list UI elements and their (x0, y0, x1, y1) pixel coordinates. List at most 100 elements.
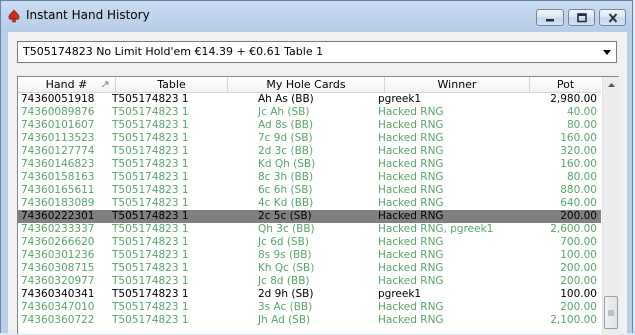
hand-list[interactable]: Hand # Table My Hole Cards Winner Pot 74… (17, 76, 619, 335)
hand-number-cell: 74360266620 (21, 236, 95, 248)
table-row[interactable]: 74360320977 T505174823 1 Jc 8d (BB) Hacked … (18, 275, 601, 288)
minimize-icon (546, 18, 554, 21)
minimize-button[interactable] (536, 9, 564, 26)
table-name-cell: T505174823 1 (112, 301, 189, 313)
table-row[interactable]: 74360360722 T505174823 1 Jh Ad (SB) Hacked … (18, 314, 601, 327)
table-name-cell: T505174823 1 (112, 132, 189, 144)
hole-cards-cell: Jc 6d (SB) (258, 236, 309, 248)
table-row[interactable]: 74360146823 T505174823 1 Kd Qh (SB) Hacked … (18, 158, 601, 171)
grip-icon (608, 310, 614, 315)
table-row[interactable]: 74360165611 T505174823 1 6c 6h (SB) Hacked … (18, 184, 601, 197)
table-row[interactable]: 74360222301 T505174823 1 2c 5c (SB) Hacked … (18, 210, 601, 223)
hand-number-cell: 74360347010 (21, 301, 95, 313)
table-row[interactable]: 74360301236 T505174823 1 8s 9s (BB) Hacked … (18, 249, 601, 262)
pot-cell: 200.00 (560, 301, 597, 313)
hole-cards-cell: Ah As (BB) (258, 93, 314, 105)
table-row[interactable]: 74360233337 T505174823 1 Qh 3c (BB) Hacked … (18, 223, 601, 236)
hand-number-cell: 74360101607 (21, 119, 95, 131)
hole-cards-cell: 8s 9s (BB) (258, 249, 312, 261)
hole-cards-cell: 2c 5c (SB) (258, 210, 312, 222)
pot-cell: 100.00 (560, 249, 597, 261)
pot-cell: 2,600.00 (550, 223, 597, 235)
hole-cards-cell: Ad 8s (BB) (258, 119, 314, 131)
column-header-cards[interactable]: My Hole Cards (228, 77, 385, 92)
table-name-cell: T505174823 1 (112, 314, 189, 326)
table-row[interactable]: 74360158163 T505174823 1 8c 3h (BB) Hacked … (18, 171, 601, 184)
hand-number-cell: 74360222301 (21, 210, 95, 222)
winner-cell: Hacked RNG (378, 197, 444, 209)
table-row[interactable]: 74360266620 T505174823 1 Jc 6d (SB) Hacked … (18, 236, 601, 249)
table-row[interactable]: 74360347010 T505174823 1 3s Ac (BB) Hacked … (18, 301, 601, 314)
hole-cards-cell: 7c 9d (SB) (258, 132, 313, 144)
hand-number-cell: 74360089876 (21, 106, 95, 118)
pot-cell: 2,100.00 (550, 314, 597, 326)
winner-cell: Hacked RNG (378, 132, 444, 144)
column-header-table[interactable]: Table (116, 77, 228, 92)
scroll-up-icon (607, 83, 615, 87)
winner-cell: Hacked RNG (378, 262, 444, 274)
title-bar[interactable]: Instant Hand History (1, 1, 632, 31)
hand-number-cell: 74360301236 (21, 249, 95, 261)
vertical-scrollbar[interactable] (602, 77, 619, 335)
table-name-cell: T505174823 1 (112, 210, 189, 222)
hole-cards-cell: Kd Qh (SB) (258, 158, 316, 170)
winner-cell: Hacked RNG (378, 236, 444, 248)
close-button[interactable] (599, 9, 626, 26)
maximize-button[interactable] (568, 9, 595, 26)
scroll-thumb[interactable] (604, 296, 618, 329)
winner-cell: Hacked RNG (378, 249, 444, 261)
table-name-cell: T505174823 1 (112, 184, 189, 196)
table-row[interactable]: 74360051918 T505174823 1 Ah As (BB) pgreek1… (18, 93, 601, 106)
column-header-cards-label: My Hole Cards (266, 78, 346, 91)
column-header-pot[interactable]: Pot (530, 77, 601, 92)
hole-cards-cell: 6c 6h (SB) (258, 184, 313, 196)
table-select[interactable]: T505174823 No Limit Hold'em €14.39 + €0.… (17, 41, 617, 63)
pot-cell: 200.00 (560, 210, 597, 222)
hand-number-cell: 74360183089 (21, 197, 95, 209)
table-row[interactable]: 74360308715 T505174823 1 Kh Qc (SB) Hacked … (18, 262, 601, 275)
list-rows: 74360051918 T505174823 1 Ah As (BB) pgreek1… (18, 93, 601, 327)
hand-number-cell: 74360233337 (21, 223, 95, 235)
dropdown-arrow-icon[interactable] (598, 42, 616, 62)
table-name-cell: T505174823 1 (112, 223, 189, 235)
hand-history-window: Instant Hand History T505174823 No Limit… (0, 0, 633, 335)
hand-number-cell: 74360308715 (21, 262, 95, 274)
winner-cell: Hacked RNG, pgreek1 (378, 223, 494, 235)
table-row[interactable]: 74360089876 T505174823 1 Jc Ah (SB) Hacked … (18, 106, 601, 119)
table-name-cell: T505174823 1 (112, 119, 189, 131)
table-name-cell: T505174823 1 (112, 262, 189, 274)
table-name-cell: T505174823 1 (112, 93, 189, 105)
winner-cell: Hacked RNG (378, 301, 444, 313)
winner-cell: pgreek1 (378, 93, 422, 105)
hand-number-cell: 74360113523 (21, 132, 95, 144)
pot-cell: 2,980.00 (550, 93, 597, 105)
table-name-cell: T505174823 1 (112, 249, 189, 261)
hole-cards-cell: Jh Ad (SB) (258, 314, 311, 326)
hand-number-cell: 74360146823 (21, 158, 95, 170)
hole-cards-cell: Jc Ah (SB) (258, 106, 310, 118)
hand-number-cell: 74360158163 (21, 171, 95, 183)
column-header-table-label: Table (157, 78, 186, 91)
table-row[interactable]: 74360127774 T505174823 1 2d 3c (BB) Hacked … (18, 145, 601, 158)
hand-number-cell: 74360340341 (21, 288, 95, 300)
hole-cards-cell: Jc 8d (BB) (258, 275, 310, 287)
column-header-winner[interactable]: Winner (385, 77, 530, 92)
hand-number-cell: 74360320977 (21, 275, 95, 287)
table-row[interactable]: 74360340341 T505174823 1 2d 9h (SB) pgreek1… (18, 288, 601, 301)
sort-ascending-icon (101, 81, 109, 88)
table-name-cell: T505174823 1 (112, 106, 189, 118)
hole-cards-cell: Kh Qc (SB) (258, 262, 315, 274)
table-row[interactable]: 74360183089 T505174823 1 4c Kd (BB) Hacked … (18, 197, 601, 210)
winner-cell: pgreek1 (378, 288, 422, 300)
scroll-up-button[interactable] (603, 77, 619, 93)
pot-cell: 320.00 (560, 145, 597, 157)
maximize-icon (576, 12, 587, 22)
hole-cards-cell: 2d 3c (BB) (258, 145, 314, 157)
hole-cards-cell: 3s Ac (BB) (258, 301, 313, 313)
column-header-hand[interactable]: Hand # (18, 77, 116, 92)
winner-cell: Hacked RNG (378, 184, 444, 196)
table-row[interactable]: 74360101607 T505174823 1 Ad 8s (BB) Hacked … (18, 119, 601, 132)
table-name-cell: T505174823 1 (112, 275, 189, 287)
winner-cell: Hacked RNG (378, 119, 444, 131)
table-row[interactable]: 74360113523 T505174823 1 7c 9d (SB) Hacked … (18, 132, 601, 145)
